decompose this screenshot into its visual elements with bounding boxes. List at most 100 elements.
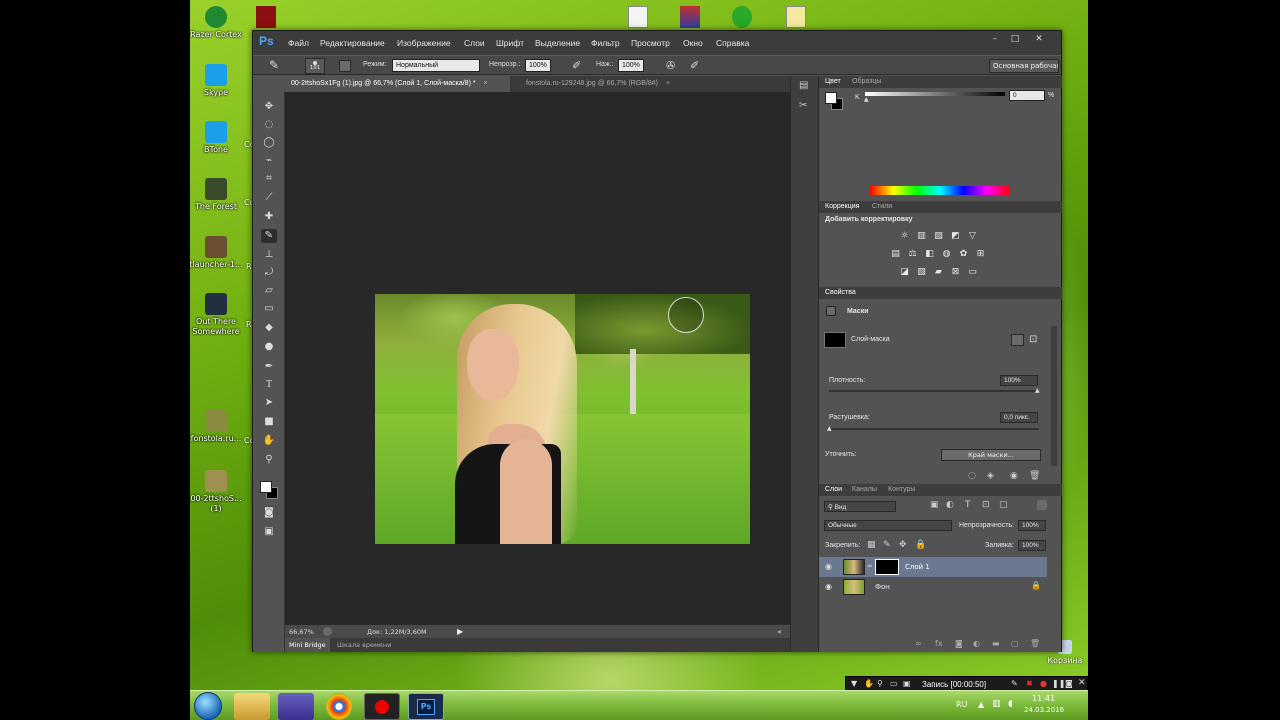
layer-opacity-input[interactable]: 100% <box>1018 520 1046 531</box>
close-button[interactable]: ✕ <box>1029 33 1049 45</box>
photoshop-taskbar-icon[interactable]: Ps <box>408 693 444 720</box>
quick-mask-icon[interactable]: ◙ <box>261 506 277 520</box>
brightness-contrast-icon[interactable]: ☼ <box>899 231 910 241</box>
menu-window[interactable]: Окно <box>683 38 703 48</box>
app-shortcut-icon[interactable] <box>256 6 276 28</box>
menu-layers[interactable]: Слои <box>464 38 485 48</box>
brush-panel-icon[interactable] <box>339 60 351 72</box>
recorder-hand-icon[interactable]: ✋ <box>864 679 874 688</box>
tab-document-1[interactable]: 00-2ttshoSx1Fg (1).jpg @ 66,7% (Слой 1, … <box>285 76 510 92</box>
color-spectrum-bar[interactable] <box>870 186 1010 195</box>
airbrush-icon[interactable]: ✇ <box>666 59 675 72</box>
layer-style-icon[interactable]: fx <box>935 639 943 648</box>
eyedropper-tool-icon[interactable]: ⟋ <box>261 191 277 205</box>
recorder-stop-icon[interactable]: ✖ <box>1026 679 1033 688</box>
pen-tool-icon[interactable]: ✒ <box>261 360 277 374</box>
crop-tool-icon[interactable]: ⌗ <box>261 172 277 186</box>
desktop-icon-skype[interactable]: Skype <box>190 64 244 98</box>
lock-position-icon[interactable]: ✥ <box>899 540 907 550</box>
recorder-zoom-icon[interactable]: ⚲ <box>877 679 883 688</box>
status-menu-icon[interactable] <box>323 627 332 636</box>
tab-channels[interactable]: Каналы <box>852 486 877 493</box>
close-icon[interactable]: × <box>484 80 488 87</box>
mode-select[interactable]: Нормальный <box>392 59 480 72</box>
gradient-map-icon[interactable]: ▭ <box>967 267 978 277</box>
lasso-tool-icon[interactable]: ◯ <box>261 136 277 150</box>
healing-brush-tool-icon[interactable]: ✚ <box>261 210 277 224</box>
actions-panel-icon[interactable]: ✂ <box>799 100 807 111</box>
channel-mixer-icon[interactable]: ✿ <box>958 249 969 259</box>
k-slider-track[interactable] <box>865 92 1005 96</box>
photo-filter-icon[interactable]: ◍ <box>941 249 952 259</box>
add-mask-icon[interactable]: ◙ <box>955 639 963 648</box>
gradient-tool-icon[interactable]: ▭ <box>261 302 277 316</box>
media-player-icon[interactable] <box>732 6 752 28</box>
vector-mask-icon[interactable]: ⊡ <box>1029 334 1037 345</box>
mask-thumbnail[interactable] <box>824 332 846 348</box>
feather-slider[interactable] <box>829 428 1039 430</box>
recorder-fullscreen-icon[interactable]: ▣ <box>903 679 911 688</box>
posterize-icon[interactable]: ▧ <box>916 267 927 277</box>
pressure-size-icon[interactable]: ✐ <box>690 59 699 72</box>
layer-row-background[interactable]: ◉ Фон 🔒 <box>819 577 1047 597</box>
new-adjustment-icon[interactable]: ◐ <box>973 639 980 648</box>
apply-mask-icon[interactable]: ◈ <box>987 471 994 481</box>
fill-input[interactable]: 100% <box>1018 540 1046 551</box>
layer-mask-thumbnail[interactable] <box>875 559 899 575</box>
file-explorer-taskbar-icon[interactable] <box>234 693 270 720</box>
workspace-switcher[interactable]: Основная рабочая с <box>989 59 1059 73</box>
eye-icon[interactable]: ◉ <box>825 582 832 591</box>
history-brush-tool-icon[interactable]: ⤾ <box>261 266 277 280</box>
brush-preset-picker[interactable]: 101 <box>305 58 325 74</box>
recorder-camera-icon[interactable]: ◙ <box>1065 679 1073 688</box>
maximize-button[interactable]: □ <box>1005 33 1025 45</box>
desktop-icon-out-there-somewhere[interactable]: Out There Somewhere <box>190 293 244 337</box>
tab-paths[interactable]: Контуры <box>888 486 915 493</box>
disable-mask-icon[interactable]: ◉ <box>1010 471 1018 481</box>
menu-select[interactable]: Выделение <box>535 38 580 48</box>
language-indicator[interactable]: RU <box>956 700 967 709</box>
selective-color-icon[interactable]: ⊠ <box>950 267 961 277</box>
tab-properties[interactable]: Свойства <box>825 289 856 296</box>
recorder-close-icon[interactable]: ✕ <box>1078 678 1086 688</box>
chain-link-icon[interactable]: ∞ <box>867 562 873 570</box>
blur-tool-icon[interactable]: ◆ <box>261 321 277 335</box>
tab-adjustments[interactable]: Коррекция <box>825 203 859 210</box>
slider-handle-icon[interactable]: ▲ <box>827 425 832 432</box>
opacity-input[interactable]: 100% <box>525 59 551 72</box>
desktop-icon-tlauncher[interactable]: tlauncher-1... <box>190 236 244 270</box>
clone-stamp-tool-icon[interactable]: ⊥ <box>261 248 277 262</box>
layer-name[interactable]: Слой 1 <box>905 563 930 571</box>
filter-smart-object-icon[interactable]: ▢ <box>999 500 1008 510</box>
properties-scrollbar[interactable] <box>1051 326 1057 466</box>
density-input[interactable]: 100% <box>1000 375 1038 386</box>
dodge-tool-icon[interactable]: ● <box>261 340 277 354</box>
quick-selection-tool-icon[interactable]: ⌁ <box>261 154 277 168</box>
color-balance-icon[interactable]: ⚖ <box>907 249 918 259</box>
tab-document-2[interactable]: fonstola.ru-129248.jpg @ 66,7% (RGB/8#) … <box>520 76 700 92</box>
slider-handle-icon[interactable]: ▲ <box>1035 387 1040 394</box>
recorder-record-icon[interactable]: ● <box>1040 679 1047 688</box>
recorder-taskbar-icon[interactable] <box>364 693 400 720</box>
desktop-icon-fonstola[interactable]: fonstola.ru... <box>190 410 244 444</box>
play-icon[interactable]: ▶ <box>457 627 463 636</box>
zoom-level[interactable]: 66,67% <box>289 628 314 636</box>
lock-image-icon[interactable]: ✎ <box>883 540 891 550</box>
recorder-window-icon[interactable]: ▭ <box>890 679 898 688</box>
desktop-icon-the-forest[interactable]: The Forest <box>190 178 244 212</box>
color-lookup-icon[interactable]: ⊞ <box>975 249 986 259</box>
volume-icon[interactable]: ◖ <box>1008 699 1013 709</box>
delete-layer-icon[interactable]: 🗑 <box>1030 639 1040 648</box>
document-file-icon[interactable] <box>628 6 648 28</box>
text-file-icon[interactable] <box>786 6 806 28</box>
menu-edit[interactable]: Редактирование <box>320 38 385 48</box>
exposure-icon[interactable]: ◩ <box>950 231 961 241</box>
recorder-pen-icon[interactable]: ✎ <box>1011 679 1018 688</box>
load-selection-icon[interactable]: ◌ <box>968 471 976 481</box>
tab-mini-bridge[interactable]: Mini Bridge <box>285 638 330 652</box>
black-white-icon[interactable]: ◧ <box>924 249 935 259</box>
tab-layers[interactable]: Слои <box>825 486 842 493</box>
rectangle-tool-icon[interactable]: ■ <box>261 415 277 429</box>
mask-edge-button[interactable]: Край маски... <box>941 449 1041 461</box>
vibrance-icon[interactable]: ▽ <box>967 231 978 241</box>
